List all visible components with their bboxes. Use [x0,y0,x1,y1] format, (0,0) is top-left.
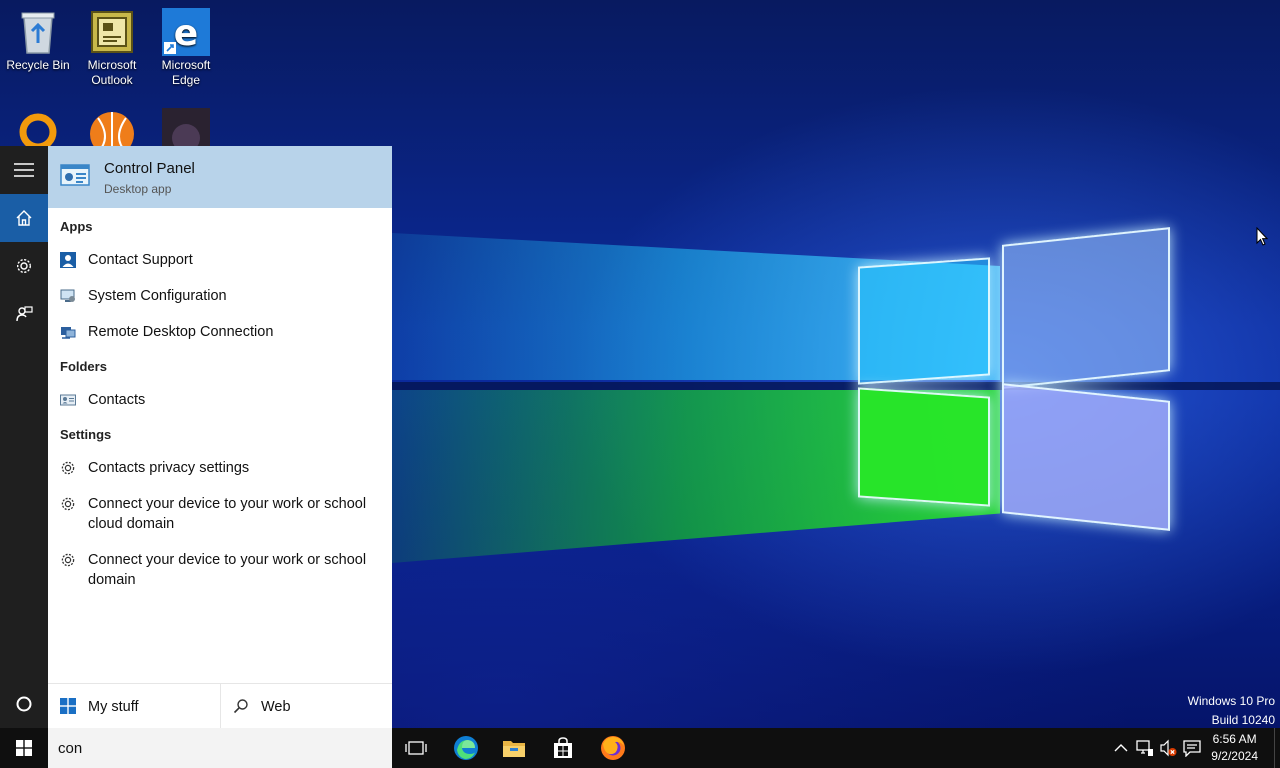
taskbar: 6:56 AM 9/2/2024 [0,728,1280,768]
expand-menu-button[interactable] [0,146,48,194]
best-match-subtitle: Desktop app [104,182,172,196]
search-input[interactable] [58,739,378,757]
settings-button[interactable] [0,242,48,290]
folder-icon [503,741,525,757]
wallpaper-pane-top-left [858,257,990,385]
home-icon [16,210,32,226]
wallpaper-pane-bottom-right [1002,383,1170,531]
my-stuff-label: My stuff [88,698,139,715]
taskbar-edge-button[interactable] [442,728,490,768]
desktop-icon-label: Microsoft Edge [161,58,211,87]
result-label: Contacts privacy settings [88,460,250,476]
hamburger-icon [14,163,34,177]
network-status-button[interactable] [1135,738,1155,758]
start-menu-rail [0,146,48,728]
section-header-folders: Folders [60,359,107,374]
system-configuration-icon [60,289,75,302]
result-connect-cloud-domain[interactable]: Connect your device to your work or scho… [48,494,392,534]
volume-button[interactable] [1158,738,1178,758]
chevron-up-icon [1114,744,1128,752]
search-results-panel: Control Panel Desktop app Apps Contact S… [48,146,392,729]
control-panel-icon [60,164,90,186]
show-desktop-button[interactable] [1274,728,1280,768]
contacts-folder-icon [60,394,76,406]
search-scope-bar: My stuff Web [48,683,392,729]
desktop-icon-microsoft-outlook[interactable]: Microsoft Outlook [74,8,150,88]
gear-icon [61,497,75,511]
section-header-apps: Apps [60,219,93,234]
result-label: System Configuration [88,288,227,304]
volume-muted-icon [1160,739,1177,757]
result-label: Connect your device to your work or scho… [88,496,367,532]
desktop-icon-label: Microsoft Outlook [87,58,137,87]
action-center-button[interactable] [1182,738,1202,758]
result-connect-domain[interactable]: Connect your device to your work or scho… [48,550,392,590]
windows-logo-icon [60,698,76,714]
my-stuff-tab[interactable]: My stuff [48,684,220,729]
gear-icon [16,258,32,274]
start-button[interactable] [0,728,48,768]
web-label: Web [261,698,291,715]
cortana-circle-icon [16,696,32,712]
svg-text:e: e [174,13,198,54]
mouse-cursor-icon [1256,227,1268,246]
gear-icon [61,461,75,475]
taskbar-clock[interactable]: 6:56 AM 9/2/2024 [1211,731,1258,765]
result-label: Contact Support [88,252,193,268]
result-contacts-folder[interactable]: Contacts [48,390,392,410]
task-view-icon [405,741,427,755]
result-label: Remote Desktop Connection [88,324,274,340]
cortana-button[interactable] [0,680,48,728]
result-label: Contacts [88,392,146,408]
recycle-bin-icon [21,12,55,54]
show-hidden-icons-button[interactable] [1111,738,1131,758]
task-view-button[interactable] [392,728,440,768]
windows-build-watermark: Build 10240 [1211,713,1275,727]
edge-legacy-icon: e [162,8,210,56]
outlook-icon [91,11,133,53]
network-icon [1136,740,1153,756]
search-icon [233,699,248,714]
clock-date: 9/2/2024 [1211,749,1258,763]
store-bag-icon [554,737,572,758]
gear-icon [61,553,75,567]
result-remote-desktop-connection[interactable]: Remote Desktop Connection [48,322,392,342]
taskbar-search-box [48,728,392,768]
home-button[interactable] [0,194,48,242]
action-center-icon [1183,740,1201,757]
result-system-configuration[interactable]: System Configuration [48,286,392,306]
windows-edition-watermark: Windows 10 Pro [1187,694,1275,708]
wallpaper-pane-top-right [1002,227,1170,389]
feedback-icon [16,306,33,322]
desktop-icon-microsoft-edge[interactable]: e Microsoft Edge [148,8,224,88]
result-contacts-privacy-settings[interactable]: Contacts privacy settings [48,458,392,478]
wallpaper-pane-bottom-left [858,387,990,507]
feedback-button[interactable] [0,290,48,338]
taskbar-store-button[interactable] [539,728,587,768]
windows-logo-icon [16,740,32,756]
desktop-icon-recycle-bin[interactable]: Recycle Bin [0,8,76,73]
web-tab[interactable]: Web [220,684,392,729]
firefox-icon [601,736,625,760]
taskbar-firefox-button[interactable] [589,728,637,768]
result-label: Connect your device to your work or scho… [88,552,367,588]
best-match-title: Control Panel [104,160,195,177]
clock-time: 6:56 AM [1212,732,1257,746]
taskbar-file-explorer-button[interactable] [490,728,538,768]
contact-support-icon [60,252,76,268]
remote-desktop-icon [61,327,76,339]
best-match-control-panel[interactable]: Control Panel Desktop app [48,146,392,208]
wallpaper-divider [300,382,1280,390]
section-header-settings: Settings [60,427,112,442]
result-contact-support[interactable]: Contact Support [48,250,392,270]
desktop-icon-label: Recycle Bin [6,58,70,72]
edge-icon [454,736,478,760]
